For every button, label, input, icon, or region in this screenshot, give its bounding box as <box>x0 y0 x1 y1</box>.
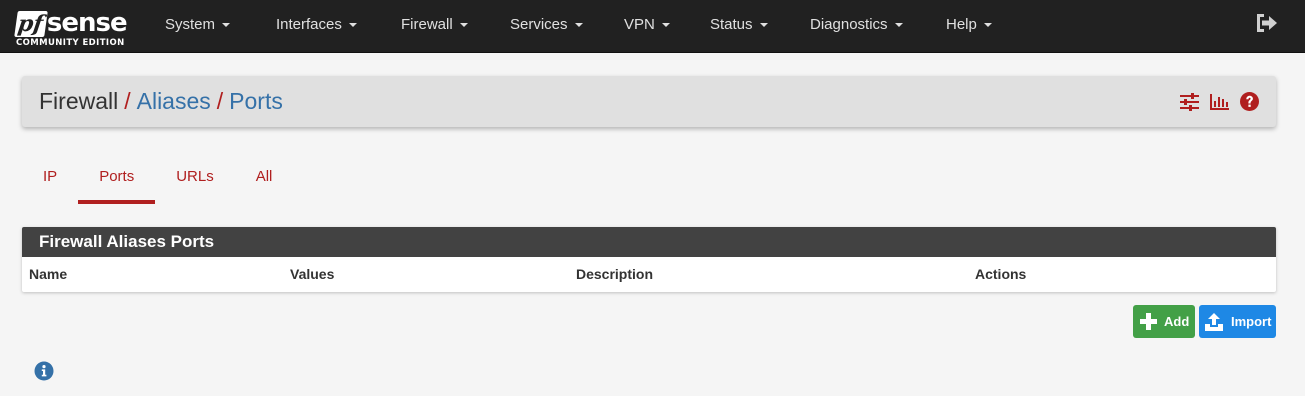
nav-item-label: Firewall <box>401 15 453 33</box>
tab-all[interactable]: All <box>235 160 294 204</box>
nav-diagnostics-menu[interactable]: Diagnostics <box>786 0 922 48</box>
top-navbar: pf sense COMMUNITY EDITION System Interfa… <box>0 0 1305 53</box>
logo-name: sense <box>46 8 128 38</box>
breadcrumb-root: Firewall <box>39 88 119 114</box>
caret-down-icon <box>983 23 992 27</box>
nav-item-label: System <box>165 15 216 33</box>
tab-ip[interactable]: IP <box>22 160 78 204</box>
nav-system-menu[interactable]: System <box>148 0 252 48</box>
column-header-values[interactable]: Values <box>290 266 334 282</box>
add-button[interactable]: Add <box>1133 305 1195 338</box>
nav-item-label: Services <box>510 15 568 33</box>
main-menu: System Interfaces Firewall Services VPN … <box>148 0 1012 48</box>
caret-down-icon <box>661 23 670 27</box>
page-header-panel: Firewall / Aliases / Ports <box>22 76 1276 127</box>
nav-item-label: Help <box>946 15 977 33</box>
nav-item-label: Interfaces <box>276 15 342 33</box>
panel-title: Firewall Aliases Ports <box>22 227 1276 257</box>
breadcrumb-separator: / <box>124 88 131 114</box>
nav-interfaces-menu[interactable]: Interfaces <box>252 0 377 48</box>
column-header-actions: Actions <box>975 266 1027 282</box>
caret-down-icon <box>759 23 768 27</box>
breadcrumb-separator: / <box>216 88 224 114</box>
tab-label: URLs <box>176 168 214 185</box>
info-circle-icon[interactable] <box>34 361 54 381</box>
breadcrumb: Firewall / Aliases / Ports <box>39 88 283 115</box>
question-circle-icon[interactable] <box>1239 91 1260 112</box>
nav-status-menu[interactable]: Status <box>686 0 786 48</box>
alias-type-tabs: IP Ports URLs All <box>22 160 293 204</box>
nav-item-label: VPN <box>624 15 655 33</box>
logo-edition: COMMUNITY EDITION <box>16 38 125 48</box>
upload-icon <box>1205 312 1223 331</box>
bar-chart-icon[interactable] <box>1209 91 1230 112</box>
caret-down-icon <box>459 23 468 27</box>
sliders-icon[interactable] <box>1179 91 1200 112</box>
logo-pf-mark: pf <box>14 11 48 37</box>
caret-down-icon <box>222 23 231 27</box>
nav-help-menu[interactable]: Help <box>922 0 1012 48</box>
tab-urls[interactable]: URLs <box>155 160 235 204</box>
caret-down-icon <box>574 23 583 27</box>
caret-down-icon <box>348 23 357 27</box>
nav-item-label: Diagnostics <box>810 15 888 33</box>
import-button[interactable]: Import <box>1199 305 1276 338</box>
breadcrumb-ports-link[interactable]: Ports <box>229 88 283 114</box>
import-button-label: Import <box>1231 314 1272 329</box>
aliases-table-panel: Firewall Aliases Ports Name Values Descr… <box>22 227 1276 292</box>
nav-item-label: Status <box>710 15 753 33</box>
nav-vpn-menu[interactable]: VPN <box>600 0 686 48</box>
nav-services-menu[interactable]: Services <box>486 0 600 48</box>
tab-label: All <box>255 168 273 185</box>
logo-wordmark: pf sense <box>14 4 128 38</box>
plus-icon <box>1140 313 1157 330</box>
tab-label: Ports <box>99 168 135 185</box>
sign-out-icon[interactable] <box>1254 12 1278 34</box>
caret-down-icon <box>894 23 903 27</box>
column-header-name[interactable]: Name <box>29 266 67 282</box>
tab-label: IP <box>43 168 58 185</box>
nav-firewall-menu[interactable]: Firewall <box>377 0 486 48</box>
breadcrumb-aliases-link[interactable]: Aliases <box>137 88 211 114</box>
header-icons <box>1179 91 1260 112</box>
tab-ports[interactable]: Ports <box>78 160 156 204</box>
add-button-label: Add <box>1164 314 1190 329</box>
table-header-row: Name Values Description Actions <box>22 257 1276 290</box>
pfsense-logo[interactable]: pf sense COMMUNITY EDITION <box>14 4 136 50</box>
column-header-description[interactable]: Description <box>576 266 653 282</box>
